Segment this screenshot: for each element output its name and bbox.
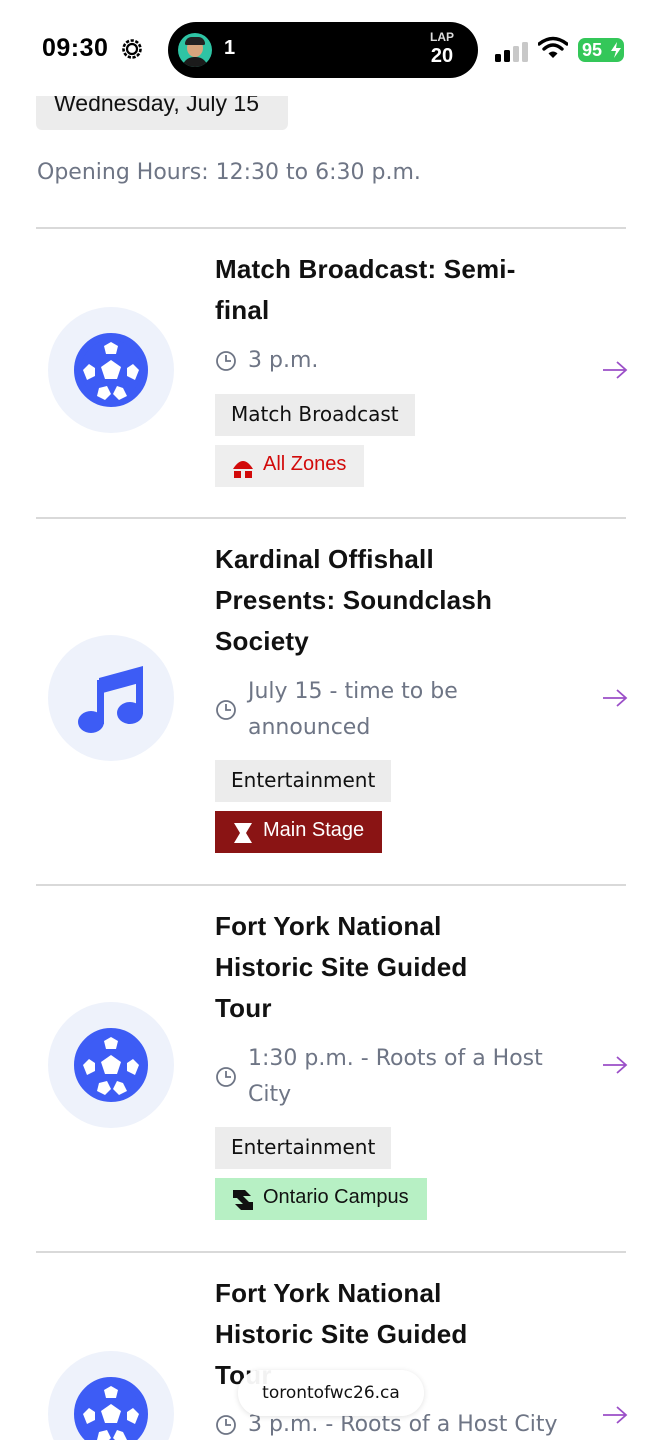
charging-bolt-icon	[611, 42, 621, 58]
cellular-signal-icon	[495, 40, 529, 62]
soccer-ball-icon	[74, 1028, 148, 1102]
event-title-line: Presents: Soundclash	[215, 585, 493, 615]
event-title-line: Kardinal Offishall	[215, 544, 434, 574]
event-type-tag: Match Broadcast	[215, 394, 415, 436]
lap-label: LAP	[430, 30, 454, 44]
event-title-line: Fort York National	[215, 911, 442, 941]
zone-tag-label: All Zones	[263, 453, 347, 475]
lap-indicator: LAP 20	[430, 30, 454, 68]
event-time-line: July 15 - time to be	[248, 679, 458, 704]
all-zones-icon	[233, 461, 253, 478]
clock-icon	[216, 700, 236, 720]
arrow-right-icon[interactable]	[602, 1055, 628, 1075]
event-title-line: Historic Site Guided	[215, 952, 468, 982]
arrow-right-icon[interactable]	[602, 360, 628, 380]
event-title-line: Historic Site Guided	[215, 1319, 468, 1349]
event-time: 3 p.m.	[215, 343, 575, 379]
battery-indicator: 95	[578, 38, 624, 62]
clock-icon	[216, 1067, 236, 1087]
zone-tag-label: Main Stage	[263, 819, 365, 841]
event-type-tag: Entertainment	[215, 1127, 392, 1169]
event-title[interactable]: Match Broadcast: Semi- final	[215, 249, 585, 331]
status-bar: 09:30 1 LAP 20 95	[0, 0, 662, 96]
event-card-fort-york-tour[interactable]: Fort York National Historic Site Guided …	[36, 886, 628, 1251]
event-icon-container	[48, 635, 174, 761]
clock-icon	[216, 351, 236, 371]
browser-url-bar[interactable]: torontofwc26.ca	[238, 1370, 424, 1416]
gear-icon	[122, 39, 142, 59]
zone-tag[interactable]: All Zones	[215, 445, 365, 487]
event-icon-container	[48, 1002, 174, 1128]
clock-icon	[216, 1415, 236, 1435]
opening-hours: Opening Hours: 12:30 to 6:30 p.m.	[37, 160, 421, 185]
main-stage-icon	[234, 823, 252, 843]
battery-level: 95	[582, 40, 603, 60]
event-card-soundclash[interactable]: Kardinal Offishall Presents: Soundclash …	[36, 519, 628, 884]
ontario-campus-icon	[233, 1190, 253, 1210]
event-icon-container	[48, 307, 174, 433]
lap-number: 20	[430, 45, 454, 67]
zone-tag[interactable]: Ontario Campus	[215, 1178, 427, 1220]
event-card-match-broadcast[interactable]: Match Broadcast: Semi- final 3 p.m. Matc…	[36, 229, 628, 517]
event-title-line: Match Broadcast: Semi-	[215, 254, 516, 284]
event-icon-container	[48, 1351, 174, 1440]
event-title-line: Fort York National	[215, 1278, 442, 1308]
music-note-icon	[78, 666, 143, 733]
zone-tag-label: Ontario Campus	[263, 1186, 409, 1208]
status-time: 09:30	[42, 34, 109, 62]
zone-tag[interactable]: Main Stage	[215, 811, 383, 853]
event-title-line: Society	[215, 626, 309, 656]
arrow-right-icon[interactable]	[602, 1405, 628, 1425]
event-title-line: final	[215, 295, 270, 325]
island-count: 1	[224, 37, 236, 59]
event-time: July 15 - time to be announced	[215, 674, 575, 746]
event-time: 1:30 p.m. - Roots of a Host City	[215, 1041, 575, 1113]
arrow-right-icon[interactable]	[602, 688, 628, 708]
wifi-icon	[538, 36, 568, 58]
soccer-ball-icon	[74, 333, 148, 407]
event-time-line: City	[248, 1082, 292, 1107]
event-time-line: 3 p.m.	[248, 348, 319, 373]
event-title-line: Tour	[215, 993, 272, 1023]
avatar	[178, 33, 212, 67]
soccer-ball-icon	[74, 1377, 148, 1440]
event-type-tag: Entertainment	[215, 760, 392, 802]
event-title[interactable]: Fort York National Historic Site Guided …	[215, 906, 585, 1029]
event-title[interactable]: Kardinal Offishall Presents: Soundclash …	[215, 539, 585, 662]
event-time-line: announced	[248, 715, 371, 740]
event-time-line: 1:30 p.m. - Roots of a Host	[248, 1046, 543, 1071]
dynamic-island[interactable]: 1 LAP 20	[168, 22, 478, 78]
